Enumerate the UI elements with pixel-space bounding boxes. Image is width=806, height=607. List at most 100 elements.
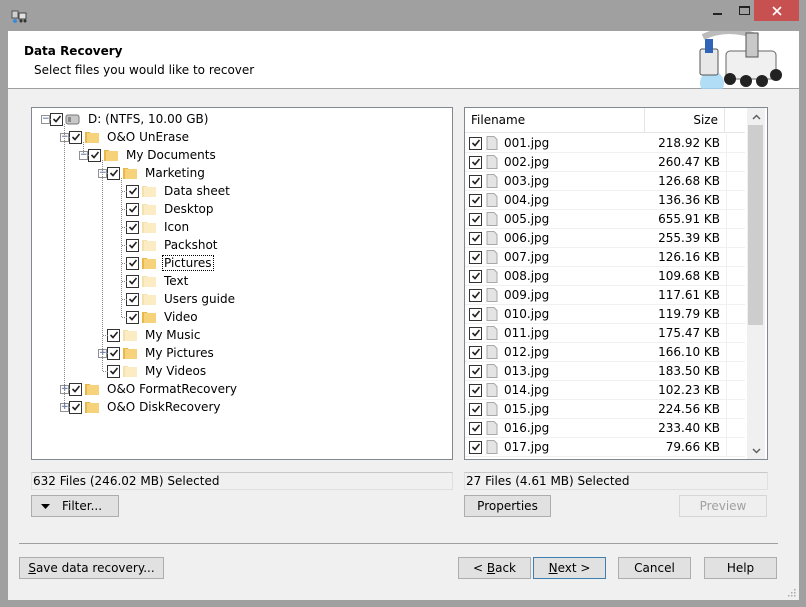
tree-item-checkbox[interactable] — [126, 184, 139, 198]
properties-button[interactable]: Properties — [464, 495, 551, 517]
tree-item-label[interactable]: O&O UnErase — [106, 130, 190, 144]
tree-item[interactable]: O&O UnErase — [69, 128, 190, 146]
tree-item-label[interactable]: Users guide — [163, 292, 236, 306]
file-checkbox[interactable] — [469, 136, 482, 150]
tree-item[interactable]: Icon — [126, 218, 190, 236]
cancel-button[interactable]: Cancel — [618, 557, 691, 579]
next-button[interactable]: Next > — [533, 557, 606, 579]
tree-item-label[interactable]: Marketing — [144, 166, 206, 180]
tree-item-label[interactable]: My Videos — [144, 364, 207, 378]
tree-item[interactable]: Packshot — [126, 236, 219, 254]
tree-item[interactable]: My Music — [107, 326, 201, 344]
tree-item-checkbox[interactable] — [69, 400, 82, 414]
tree-item[interactable]: O&O DiskRecovery — [69, 398, 221, 416]
tree-item-label[interactable]: D: (NTFS, 10.00 GB) — [87, 112, 209, 126]
file-checkbox[interactable] — [469, 421, 482, 435]
file-row[interactable]: 006.jpg 255.39 KB — [465, 228, 745, 248]
tree-item-label[interactable]: Desktop — [163, 202, 215, 216]
tree-item[interactable]: Video — [126, 308, 199, 326]
file-checkbox[interactable] — [469, 193, 482, 207]
column-header-filename[interactable]: Filename — [465, 108, 645, 132]
scrollbar-thumb[interactable] — [748, 125, 763, 325]
file-list[interactable]: Filename Size 001.jpg 218.92 KB 002.jpg 260… — [464, 107, 768, 460]
tree-item-checkbox[interactable] — [69, 382, 82, 396]
tree-item-label[interactable]: O&O FormatRecovery — [106, 382, 238, 396]
file-checkbox[interactable] — [469, 174, 482, 188]
file-checkbox[interactable] — [469, 155, 482, 169]
save-data-recovery-button[interactable]: Save data recovery... — [19, 557, 164, 579]
tree-item-checkbox[interactable] — [126, 256, 139, 270]
tree-item-label[interactable]: My Music — [144, 328, 201, 342]
tree-item[interactable]: Users guide — [126, 290, 236, 308]
file-checkbox[interactable] — [469, 402, 482, 416]
collapse-icon[interactable]: − — [41, 115, 50, 124]
folder-tree[interactable]: D: (NTFS, 10.00 GB) − O&O UnErase − My Docum… — [31, 107, 453, 460]
tree-item-checkbox[interactable] — [88, 148, 101, 162]
file-row[interactable]: 009.jpg 117.61 KB — [465, 285, 745, 305]
scroll-up-button[interactable] — [747, 108, 765, 125]
file-checkbox[interactable] — [469, 383, 482, 397]
tree-item-checkbox[interactable] — [69, 130, 82, 144]
title-bar[interactable] — [0, 0, 806, 31]
tree-item-checkbox[interactable] — [126, 274, 139, 288]
file-checkbox[interactable] — [469, 307, 482, 321]
file-checkbox[interactable] — [469, 288, 482, 302]
file-row[interactable]: 001.jpg 218.92 KB — [465, 133, 745, 153]
tree-item-checkbox[interactable] — [126, 220, 139, 234]
tree-item-checkbox[interactable] — [107, 328, 120, 342]
tree-item-label[interactable]: Video — [163, 310, 199, 324]
file-checkbox[interactable] — [469, 269, 482, 283]
tree-item[interactable]: D: (NTFS, 10.00 GB) — [50, 110, 209, 128]
tree-item-label[interactable]: Data sheet — [163, 184, 231, 198]
file-row[interactable]: 008.jpg 109.68 KB — [465, 266, 745, 286]
tree-item-checkbox[interactable] — [107, 166, 120, 180]
file-row[interactable]: 003.jpg 126.68 KB — [465, 171, 745, 191]
tree-item-checkbox[interactable] — [107, 364, 120, 378]
tree-item-label[interactable]: Pictures — [162, 255, 214, 271]
file-checkbox[interactable] — [469, 250, 482, 264]
tree-item[interactable]: Pictures — [126, 254, 214, 272]
help-button[interactable]: Help — [704, 557, 777, 579]
preview-button[interactable]: Preview — [679, 495, 767, 517]
file-row[interactable]: 002.jpg 260.47 KB — [465, 152, 745, 172]
scroll-down-button[interactable] — [747, 442, 765, 459]
file-row[interactable]: 004.jpg 136.36 KB — [465, 190, 745, 210]
tree-item[interactable]: O&O FormatRecovery — [69, 380, 238, 398]
file-checkbox[interactable] — [469, 231, 482, 245]
tree-item[interactable]: My Pictures — [107, 344, 215, 362]
file-list-scrollbar[interactable] — [747, 108, 765, 459]
column-header-size[interactable]: Size — [645, 108, 725, 132]
tree-item[interactable]: Text — [126, 272, 189, 290]
file-checkbox[interactable] — [469, 212, 482, 226]
filter-button[interactable]: Filter... — [31, 495, 119, 517]
file-row[interactable]: 010.jpg 119.79 KB — [465, 304, 745, 324]
file-row[interactable]: 015.jpg 224.56 KB — [465, 399, 745, 419]
file-checkbox[interactable] — [469, 326, 482, 340]
file-row[interactable]: 013.jpg 183.50 KB — [465, 361, 745, 381]
file-row[interactable]: 011.jpg 175.47 KB — [465, 323, 745, 343]
tree-item-checkbox[interactable] — [126, 238, 139, 252]
tree-item-label[interactable]: My Pictures — [144, 346, 215, 360]
tree-item[interactable]: Desktop — [126, 200, 215, 218]
tree-item-label[interactable]: Packshot — [163, 238, 219, 252]
file-checkbox[interactable] — [469, 460, 482, 461]
file-row[interactable]: 017.jpg 79.66 KB — [465, 437, 745, 457]
tree-item[interactable]: Data sheet — [126, 182, 231, 200]
tree-item-checkbox[interactable] — [126, 292, 139, 306]
tree-item-checkbox[interactable] — [50, 112, 63, 126]
file-row[interactable]: 012.jpg 166.10 KB — [465, 342, 745, 362]
tree-item[interactable]: My Videos — [107, 362, 207, 380]
tree-item-label[interactable]: My Documents — [125, 148, 217, 162]
close-button[interactable] — [754, 0, 799, 21]
tree-item-checkbox[interactable] — [126, 310, 139, 324]
back-button[interactable]: < Back — [458, 557, 531, 579]
tree-item-label[interactable]: O&O DiskRecovery — [106, 400, 221, 414]
file-checkbox[interactable] — [469, 364, 482, 378]
tree-item[interactable]: My Documents — [88, 146, 217, 164]
file-row[interactable]: 016.jpg 233.40 KB — [465, 418, 745, 438]
resize-grip-icon[interactable] — [787, 588, 796, 597]
file-row[interactable]: 007.jpg 126.16 KB — [465, 247, 745, 267]
file-checkbox[interactable] — [469, 345, 482, 359]
file-row[interactable]: 014.jpg 102.23 KB — [465, 380, 745, 400]
minimize-button[interactable] — [705, 0, 731, 21]
